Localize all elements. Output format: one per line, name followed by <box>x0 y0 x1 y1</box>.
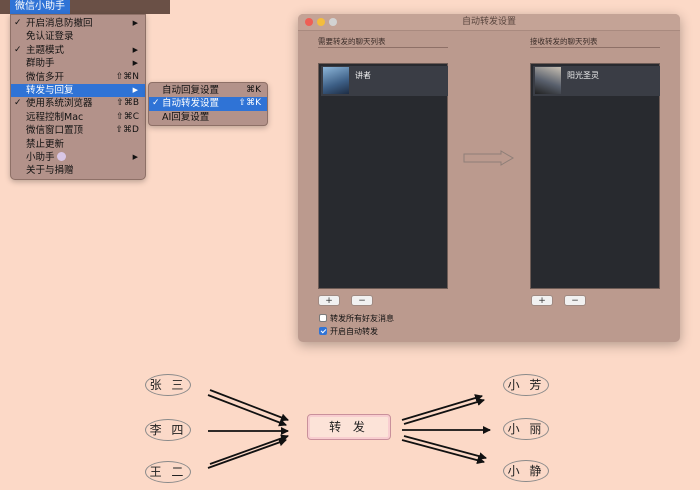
sender-node: 王 二 <box>145 461 191 483</box>
arrow-wanger-to-forward-shadow <box>207 438 287 469</box>
receiver-node: 小 芳 <box>503 374 549 396</box>
receiver-node: 小 静 <box>503 460 549 482</box>
arrow-zhangsan-to-forward-shadow <box>207 394 287 427</box>
forward-node: 转 发 <box>307 414 391 440</box>
arrow-zhangsan-to-forward <box>209 389 289 422</box>
sender-node: 张 三 <box>145 374 191 396</box>
arrow-forward-to-xiaofang <box>401 394 483 421</box>
sender-node: 李 四 <box>145 419 191 441</box>
arrow-forward-to-xiaojing <box>401 439 485 465</box>
arrow-forward-to-xiaofang-shadow <box>403 398 485 425</box>
arrow-wanger-to-forward <box>209 434 289 465</box>
arrow-forward-to-xiaojing-shadow <box>403 435 487 461</box>
receiver-node: 小 丽 <box>503 418 549 440</box>
